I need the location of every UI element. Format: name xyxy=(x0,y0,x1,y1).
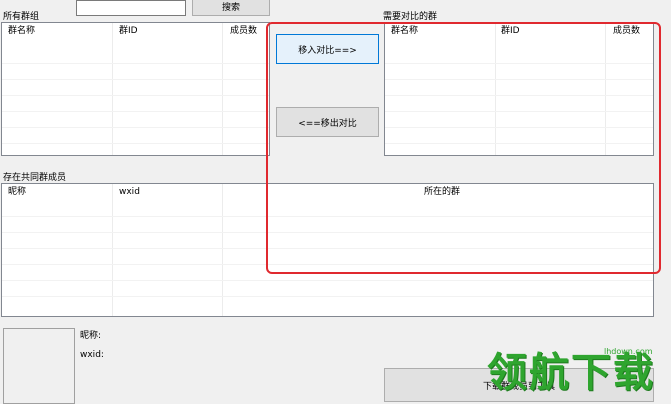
nickname-label: 昵称: xyxy=(80,331,102,341)
column-header-group-id[interactable]: 群ID xyxy=(115,23,138,39)
row-divider xyxy=(2,280,653,281)
column-header-member-count[interactable]: 成员数 xyxy=(226,23,257,39)
column-divider xyxy=(222,23,223,155)
search-button[interactable]: 搜索 xyxy=(192,0,270,16)
row-divider xyxy=(2,296,653,297)
avatar xyxy=(3,328,75,404)
all-groups-table[interactable]: 群名称 群ID 成员数 xyxy=(1,22,270,156)
column-header-wxid[interactable]: wxid xyxy=(115,184,140,200)
highlight-box xyxy=(266,22,661,274)
search-input[interactable] xyxy=(76,0,186,16)
row-divider xyxy=(2,143,269,144)
common-members-label: 存在共同群成员 xyxy=(3,173,67,183)
column-header-group-name[interactable]: 群名称 xyxy=(4,23,35,39)
watermark-url: lhdown.com xyxy=(604,347,653,356)
row-divider xyxy=(2,111,269,112)
compare-groups-label: 需要对比的群 xyxy=(383,12,438,22)
wxid-label: wxid: xyxy=(80,350,104,360)
column-divider xyxy=(112,23,113,155)
row-divider xyxy=(2,79,269,80)
table-header: 群名称 群ID 成员数 xyxy=(2,23,269,39)
column-header-nickname[interactable]: 昵称 xyxy=(4,184,26,200)
all-groups-label: 所有群组 xyxy=(3,12,40,22)
row-divider xyxy=(2,95,269,96)
row-divider xyxy=(2,127,269,128)
row-divider xyxy=(2,63,269,64)
